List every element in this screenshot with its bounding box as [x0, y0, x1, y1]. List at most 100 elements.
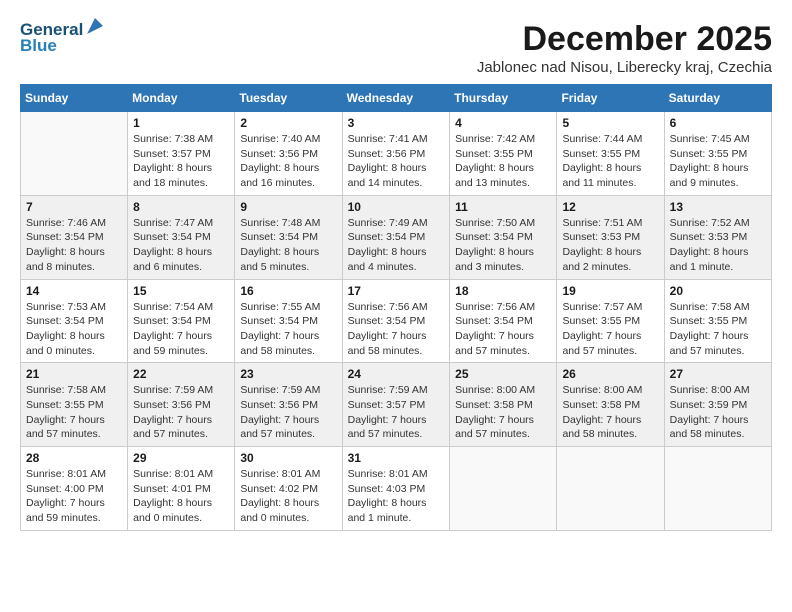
day-info: Sunrise: 7:46 AM Sunset: 3:54 PM Dayligh…: [26, 216, 122, 275]
day-info: Sunrise: 7:38 AM Sunset: 3:57 PM Dayligh…: [133, 132, 229, 191]
calendar-header-row: Sunday Monday Tuesday Wednesday Thursday…: [21, 85, 772, 112]
table-row: [557, 447, 664, 531]
day-number: 19: [562, 284, 658, 298]
calendar-week-row: 7 Sunrise: 7:46 AM Sunset: 3:54 PM Daylig…: [21, 195, 772, 279]
day-number: 25: [455, 367, 551, 381]
day-number: 14: [26, 284, 122, 298]
table-row: 3 Sunrise: 7:41 AM Sunset: 3:56 PM Daylig…: [342, 112, 450, 196]
day-number: 28: [26, 451, 122, 465]
day-info: Sunrise: 8:00 AM Sunset: 3:58 PM Dayligh…: [562, 383, 658, 442]
logo-icon: [85, 16, 105, 36]
day-info: Sunrise: 7:56 AM Sunset: 3:54 PM Dayligh…: [455, 300, 551, 359]
day-number: 7: [26, 200, 122, 214]
table-row: 28 Sunrise: 8:01 AM Sunset: 4:00 PM Dayli…: [21, 447, 128, 531]
day-number: 6: [670, 116, 766, 130]
day-info: Sunrise: 7:58 AM Sunset: 3:55 PM Dayligh…: [26, 383, 122, 442]
table-row: 15Sunrise: 7:54 AM Sunset: 3:54 PM Dayli…: [128, 279, 235, 363]
table-row: 7 Sunrise: 7:46 AM Sunset: 3:54 PM Daylig…: [21, 195, 128, 279]
day-number: 21: [26, 367, 122, 381]
day-number: 2: [240, 116, 336, 130]
day-number: 3: [348, 116, 445, 130]
table-row: 6 Sunrise: 7:45 AM Sunset: 3:55 PM Daylig…: [664, 112, 771, 196]
day-info: Sunrise: 7:59 AM Sunset: 3:57 PM Dayligh…: [348, 383, 445, 442]
day-number: 10: [348, 200, 445, 214]
table-row: 11 Sunrise: 7:50 AM Sunset: 3:54 PM Dayli…: [450, 195, 557, 279]
day-number: 15: [133, 284, 229, 298]
table-row: 29 Sunrise: 8:01 AM Sunset: 4:01 PM Dayli…: [128, 447, 235, 531]
calendar-week-row: 21 Sunrise: 7:58 AM Sunset: 3:55 PM Dayli…: [21, 363, 772, 447]
subtitle: Jablonec nad Nisou, Liberecky kraj, Czec…: [477, 59, 772, 76]
table-row: 23 Sunrise: 7:59 AM Sunset: 3:56 PM Dayli…: [235, 363, 342, 447]
table-row: 8 Sunrise: 7:47 AM Sunset: 3:54 PM Daylig…: [128, 195, 235, 279]
day-info: Sunrise: 8:01 AM Sunset: 4:02 PM Dayligh…: [240, 467, 336, 526]
day-number: 18: [455, 284, 551, 298]
table-row: 18 Sunrise: 7:56 AM Sunset: 3:54 PM Dayli…: [450, 279, 557, 363]
day-info: Sunrise: 7:50 AM Sunset: 3:54 PM Dayligh…: [455, 216, 551, 275]
col-sunday: Sunday: [21, 85, 128, 112]
day-number: 11: [455, 200, 551, 214]
logo: General Blue: [20, 20, 105, 56]
day-info: Sunrise: 7:59 AM Sunset: 3:56 PM Dayligh…: [133, 383, 229, 442]
day-info: Sunrise: 7:40 AM Sunset: 3:56 PM Dayligh…: [240, 132, 336, 191]
day-number: 20: [670, 284, 766, 298]
day-info: Sunrise: 8:01 AM Sunset: 4:00 PM Dayligh…: [26, 467, 122, 526]
table-row: [450, 447, 557, 531]
calendar-week-row: 1Sunrise: 7:38 AM Sunset: 3:57 PM Daylig…: [21, 112, 772, 196]
table-row: [21, 112, 128, 196]
day-info: Sunrise: 7:47 AM Sunset: 3:54 PM Dayligh…: [133, 216, 229, 275]
day-info: Sunrise: 7:58 AM Sunset: 3:55 PM Dayligh…: [670, 300, 766, 359]
col-tuesday: Tuesday: [235, 85, 342, 112]
day-number: 24: [348, 367, 445, 381]
logo-blue: Blue: [20, 36, 57, 56]
table-row: 25 Sunrise: 8:00 AM Sunset: 3:58 PM Dayli…: [450, 363, 557, 447]
table-row: 26 Sunrise: 8:00 AM Sunset: 3:58 PM Dayli…: [557, 363, 664, 447]
day-info: Sunrise: 7:57 AM Sunset: 3:55 PM Dayligh…: [562, 300, 658, 359]
day-number: 4: [455, 116, 551, 130]
calendar-table: Sunday Monday Tuesday Wednesday Thursday…: [20, 84, 772, 531]
day-info: Sunrise: 7:59 AM Sunset: 3:56 PM Dayligh…: [240, 383, 336, 442]
day-number: 26: [562, 367, 658, 381]
table-row: 4Sunrise: 7:42 AM Sunset: 3:55 PM Daylig…: [450, 112, 557, 196]
day-info: Sunrise: 7:55 AM Sunset: 3:54 PM Dayligh…: [240, 300, 336, 359]
day-number: 31: [348, 451, 445, 465]
day-number: 30: [240, 451, 336, 465]
col-wednesday: Wednesday: [342, 85, 450, 112]
table-row: 20 Sunrise: 7:58 AM Sunset: 3:55 PM Dayli…: [664, 279, 771, 363]
table-row: 9 Sunrise: 7:48 AM Sunset: 3:54 PM Daylig…: [235, 195, 342, 279]
day-number: 5: [562, 116, 658, 130]
col-thursday: Thursday: [450, 85, 557, 112]
day-number: 9: [240, 200, 336, 214]
day-info: Sunrise: 7:56 AM Sunset: 3:54 PM Dayligh…: [348, 300, 445, 359]
day-info: Sunrise: 7:48 AM Sunset: 3:54 PM Dayligh…: [240, 216, 336, 275]
day-number: 8: [133, 200, 229, 214]
table-row: 1Sunrise: 7:38 AM Sunset: 3:57 PM Daylig…: [128, 112, 235, 196]
table-row: 5 Sunrise: 7:44 AM Sunset: 3:55 PM Daylig…: [557, 112, 664, 196]
day-info: Sunrise: 7:51 AM Sunset: 3:53 PM Dayligh…: [562, 216, 658, 275]
day-info: Sunrise: 8:01 AM Sunset: 4:01 PM Dayligh…: [133, 467, 229, 526]
day-info: Sunrise: 7:41 AM Sunset: 3:56 PM Dayligh…: [348, 132, 445, 191]
table-row: 17 Sunrise: 7:56 AM Sunset: 3:54 PM Dayli…: [342, 279, 450, 363]
day-number: 27: [670, 367, 766, 381]
page-wrapper: General Blue December 2025 Jablonec nad …: [20, 20, 772, 531]
calendar-week-row: 14 Sunrise: 7:53 AM Sunset: 3:54 PM Dayli…: [21, 279, 772, 363]
col-saturday: Saturday: [664, 85, 771, 112]
day-number: 22: [133, 367, 229, 381]
table-row: 13Sunrise: 7:52 AM Sunset: 3:53 PM Dayli…: [664, 195, 771, 279]
table-row: 2 Sunrise: 7:40 AM Sunset: 3:56 PM Daylig…: [235, 112, 342, 196]
table-row: 27Sunrise: 8:00 AM Sunset: 3:59 PM Dayli…: [664, 363, 771, 447]
day-info: Sunrise: 7:44 AM Sunset: 3:55 PM Dayligh…: [562, 132, 658, 191]
day-info: Sunrise: 8:00 AM Sunset: 3:58 PM Dayligh…: [455, 383, 551, 442]
day-info: Sunrise: 7:45 AM Sunset: 3:55 PM Dayligh…: [670, 132, 766, 191]
day-number: 17: [348, 284, 445, 298]
table-row: [664, 447, 771, 531]
table-row: 14 Sunrise: 7:53 AM Sunset: 3:54 PM Dayli…: [21, 279, 128, 363]
main-title: December 2025: [477, 20, 772, 59]
table-row: 12 Sunrise: 7:51 AM Sunset: 3:53 PM Dayli…: [557, 195, 664, 279]
day-number: 12: [562, 200, 658, 214]
day-number: 23: [240, 367, 336, 381]
table-row: 22 Sunrise: 7:59 AM Sunset: 3:56 PM Dayli…: [128, 363, 235, 447]
day-info: Sunrise: 7:53 AM Sunset: 3:54 PM Dayligh…: [26, 300, 122, 359]
day-number: 29: [133, 451, 229, 465]
table-row: 21 Sunrise: 7:58 AM Sunset: 3:55 PM Dayli…: [21, 363, 128, 447]
table-row: 10Sunrise: 7:49 AM Sunset: 3:54 PM Dayli…: [342, 195, 450, 279]
